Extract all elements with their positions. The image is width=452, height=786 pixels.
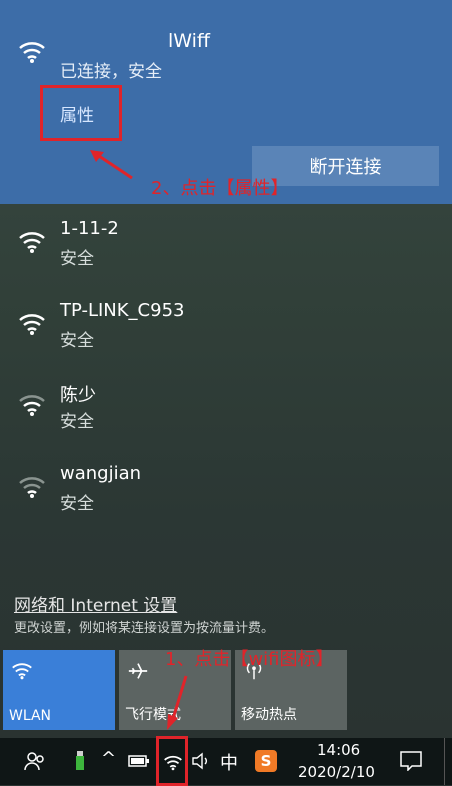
people-icon[interactable]: [24, 751, 46, 771]
network-status: 安全: [60, 249, 94, 269]
network-status: 安全: [60, 494, 94, 514]
tile-label: WLAN: [9, 708, 52, 724]
clock-time[interactable]: 14:06: [317, 741, 360, 759]
wifi-icon: [19, 314, 45, 335]
network-status: 安全: [60, 412, 94, 432]
wlan-toggle-tile[interactable]: WLAN: [3, 650, 115, 730]
wifi-icon: [19, 42, 45, 63]
chevron-up-icon[interactable]: ^: [101, 748, 116, 769]
network-status: 安全: [60, 331, 94, 351]
battery-icon[interactable]: [128, 754, 150, 768]
wifi-icon: [19, 232, 45, 253]
action-center-icon[interactable]: [400, 751, 422, 771]
annotation-arrow-1: [167, 675, 188, 730]
connected-network-name: lWiff: [168, 30, 211, 52]
taskbar: ^ 中 S 14:06 2020/2/10: [0, 736, 452, 786]
properties-highlight-box: [40, 85, 122, 141]
wifi-tray-highlight-box: [156, 736, 188, 786]
annotation-step-2: 2、点击【属性】: [151, 178, 289, 199]
network-settings-link[interactable]: 网络和 Internet 设置: [14, 591, 177, 616]
network-name: wangjian: [60, 463, 142, 484]
annotation-step-1: 1、点击【wifi图标】: [165, 649, 334, 670]
show-desktop-divider[interactable]: [444, 738, 445, 785]
wifi-weak-icon: [19, 477, 45, 498]
connected-network-status: 已连接，安全: [60, 62, 162, 82]
clock-date[interactable]: 2020/2/10: [298, 763, 375, 781]
network-settings-description: 更改设置，例如将某连接设置为按流量计费。: [14, 621, 275, 636]
volume-icon[interactable]: [191, 752, 211, 770]
network-name: 陈少: [60, 385, 96, 406]
wifi-weak-icon: [19, 395, 45, 416]
ime-indicator[interactable]: 中: [220, 749, 238, 775]
network-name: 1-11-2: [60, 218, 119, 239]
annotation-arrow-2: [90, 150, 133, 180]
tile-label: 移动热点: [241, 707, 297, 723]
usb-device-icon[interactable]: [74, 750, 86, 772]
wifi-icon: [12, 663, 32, 680]
airplane-icon: [128, 663, 148, 679]
network-name: TP-LINK_C953: [60, 300, 185, 321]
sogou-input-icon[interactable]: S: [255, 750, 277, 772]
